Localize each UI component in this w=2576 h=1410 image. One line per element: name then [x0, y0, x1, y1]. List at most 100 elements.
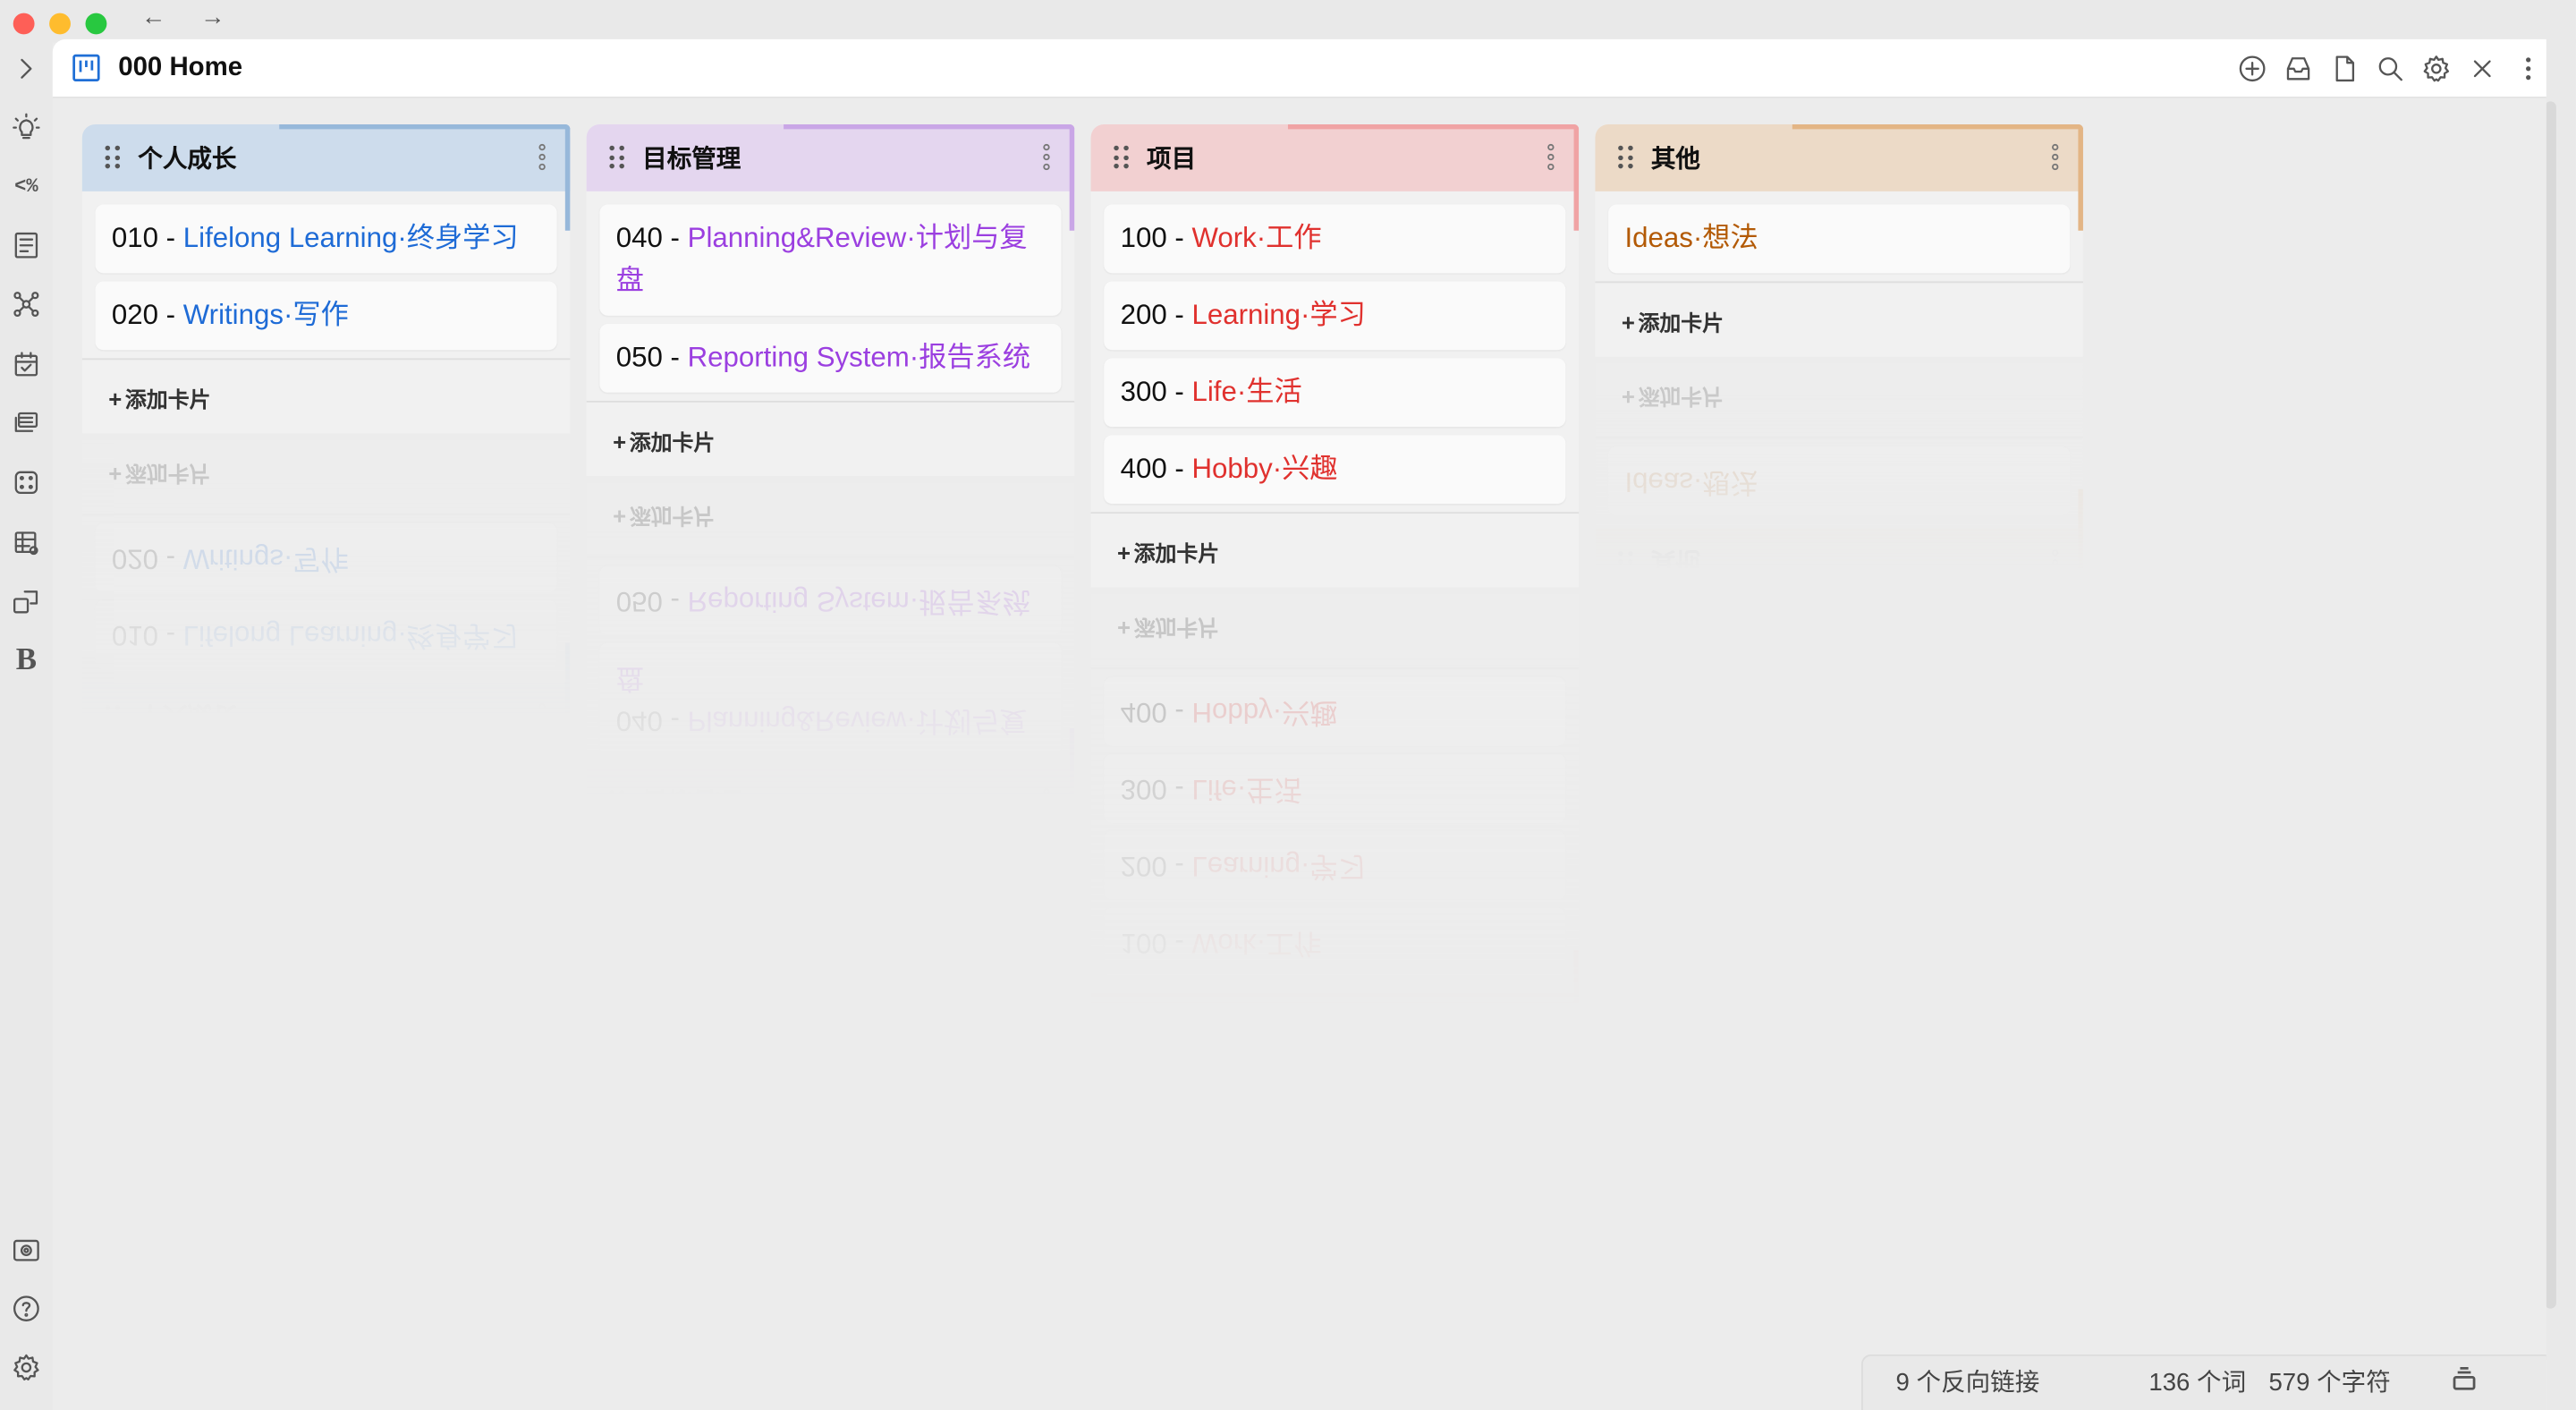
archive-icon[interactable] — [2282, 53, 2313, 84]
card-link[interactable]: Lifelong Learning·终身学习 — [183, 620, 519, 651]
shapes-icon[interactable] — [10, 586, 43, 619]
plus-icon: + — [1116, 539, 1131, 566]
kanban-card[interactable]: 010 - Lifelong Learning·终身学习 — [95, 204, 557, 274]
kanban-lane[interactable]: 项目 100 - Work·工作 200 - Learning·学习 300 - Li… — [1090, 123, 1580, 588]
lane-title[interactable]: 目标管理 — [642, 784, 741, 818]
zoom-window-button[interactable] — [85, 13, 107, 35]
backlinks-count[interactable]: 9 个反向链接 — [1896, 1364, 2040, 1398]
drag-handle-icon[interactable] — [104, 144, 123, 170]
search-icon[interactable] — [2374, 53, 2405, 84]
lane-title[interactable]: 目标管理 — [642, 140, 741, 174]
close-window-button[interactable] — [13, 13, 35, 35]
kanban-card[interactable]: 020 - Writings·写作 — [95, 281, 557, 351]
drag-handle-icon[interactable] — [608, 788, 628, 814]
layers-icon[interactable] — [10, 407, 43, 440]
lane-menu-icon[interactable] — [2050, 143, 2060, 171]
bold-b-icon[interactable]: B — [10, 643, 43, 677]
kanban-card[interactable]: 400 - Hobby·兴趣 — [1104, 676, 1566, 746]
card-link[interactable]: Writings·写作 — [183, 543, 349, 574]
minimize-window-button[interactable] — [49, 13, 71, 35]
lane-title[interactable]: 个人成长 — [138, 699, 236, 733]
card-link[interactable]: Life·生活 — [1191, 774, 1301, 805]
kanban-card[interactable]: 300 - Life·生活 — [1104, 753, 1566, 823]
kanban-card[interactable]: 040 - Planning&Review·计划与复盘 — [599, 204, 1062, 316]
kanban-card[interactable]: 020 - Writings·写作 — [95, 523, 557, 592]
close-icon[interactable] — [2466, 53, 2497, 84]
kanban-card[interactable]: 400 - Hobby·兴趣 — [1104, 435, 1566, 505]
graph-icon[interactable] — [10, 288, 43, 321]
add-card-button[interactable]: + 添加卡片 — [587, 403, 1074, 476]
kanban-card[interactable]: 010 - Lifelong Learning·终身学习 — [95, 599, 557, 669]
add-card-button[interactable]: + 添加卡片 — [1595, 283, 2082, 356]
outline-icon[interactable] — [10, 229, 43, 262]
kanban-lane[interactable]: 其他 Ideas·想法 + 添加卡片 — [1595, 123, 2083, 357]
kanban-card[interactable]: Ideas·想法 — [1608, 446, 2071, 515]
drag-handle-icon[interactable] — [1616, 549, 1636, 575]
drag-handle-icon[interactable] — [608, 144, 628, 170]
lane-wrapper: 项目 100 - Work·工作 200 - Learning·学习 300 - Li… — [1090, 123, 1580, 1058]
file-icon[interactable] — [2328, 53, 2360, 84]
card-link[interactable]: Life·生活 — [1191, 377, 1301, 408]
kanban-card[interactable]: 200 - Learning·学习 — [1104, 281, 1566, 351]
kanban-lane[interactable]: 个人成长 010 - Lifelong Learning·终身学习 020 - Wr… — [81, 123, 571, 434]
plus-icon: + — [108, 386, 123, 412]
card-link[interactable]: Hobby·兴趣 — [1191, 453, 1337, 484]
drag-handle-icon[interactable] — [1112, 144, 1131, 170]
lane-menu-icon[interactable] — [538, 703, 547, 730]
card-link[interactable]: Learning·学习 — [1191, 300, 1365, 331]
settings-icon[interactable] — [10, 1351, 43, 1384]
card-link[interactable]: Writings·写作 — [183, 300, 349, 331]
card-link[interactable]: Ideas·想法 — [1624, 466, 1758, 497]
nav-back-button[interactable]: ← — [141, 4, 166, 31]
card-link[interactable]: Work·工作 — [1191, 223, 1321, 254]
calendar-check-icon[interactable] — [10, 348, 43, 381]
lane-body: 010 - Lifelong Learning·终身学习 020 - Writin… — [82, 523, 570, 682]
sync-status-icon[interactable] — [2451, 1366, 2480, 1396]
percent-code-icon[interactable]: <% — [10, 170, 43, 203]
drag-handle-icon[interactable] — [104, 703, 123, 729]
add-card-button[interactable]: + 添加卡片 — [1091, 514, 1579, 587]
gear-icon[interactable] — [2419, 53, 2451, 84]
card-link[interactable]: Learning·学习 — [1191, 851, 1365, 882]
kanban-card[interactable]: 040 - Planning&Review·计划与复盘 — [599, 642, 1062, 754]
kanban-card[interactable]: 100 - Work·工作 — [1104, 907, 1566, 977]
card-link[interactable]: Planning&Review·计划与复盘 — [616, 662, 1028, 735]
kanban-card[interactable]: 300 - Life·生活 — [1104, 358, 1566, 428]
kanban-lane[interactable]: 目标管理 040 - Planning&Review·计划与复盘 050 - Rep… — [586, 123, 1075, 477]
vault-icon[interactable] — [10, 1234, 43, 1267]
lane-title[interactable]: 项目 — [1147, 1006, 1196, 1040]
collapse-sidebar-icon[interactable] — [10, 53, 43, 86]
card-link[interactable]: Lifelong Learning·终身学习 — [183, 223, 519, 254]
card-link[interactable]: Reporting System·报告系统 — [688, 342, 1030, 373]
kanban-card[interactable]: Ideas·想法 — [1608, 204, 2071, 274]
lane-menu-icon[interactable] — [1041, 788, 1051, 815]
lightbulb-icon[interactable] — [10, 111, 43, 144]
lane-menu-icon[interactable] — [1546, 143, 1555, 171]
lane-menu-icon[interactable] — [538, 143, 547, 171]
drag-handle-icon[interactable] — [1112, 1011, 1131, 1037]
add-card-button[interactable]: + 添加卡片 — [82, 360, 570, 433]
more-icon[interactable] — [2512, 53, 2543, 84]
card-link[interactable]: Ideas·想法 — [1624, 223, 1758, 254]
lane-title[interactable]: 个人成长 — [138, 140, 236, 174]
lane-title[interactable]: 其他 — [1651, 140, 1700, 174]
card-link[interactable]: Work·工作 — [1191, 928, 1321, 959]
lane-title[interactable]: 其他 — [1651, 545, 1700, 579]
kanban-card[interactable]: 200 - Learning·学习 — [1104, 830, 1566, 900]
lane-menu-icon[interactable] — [2050, 549, 2060, 576]
vertical-scrollbar[interactable] — [2545, 101, 2556, 1309]
kanban-card[interactable]: 050 - Reporting System·报告系统 — [599, 324, 1062, 393]
table-gear-icon[interactable] — [10, 527, 43, 560]
card-link[interactable]: Hobby·兴趣 — [1191, 697, 1337, 728]
lane-title[interactable]: 项目 — [1147, 140, 1196, 174]
kanban-card[interactable]: 050 - Reporting System·报告系统 — [599, 565, 1062, 635]
add-icon[interactable] — [2236, 53, 2267, 84]
dice-icon[interactable] — [10, 466, 43, 499]
lane-menu-icon[interactable] — [1041, 143, 1051, 171]
help-icon[interactable] — [10, 1292, 43, 1325]
nav-forward-button[interactable]: → — [200, 4, 225, 31]
lane-menu-icon[interactable] — [1546, 1010, 1555, 1038]
card-link[interactable]: Reporting System·报告系统 — [688, 586, 1030, 617]
drag-handle-icon[interactable] — [1616, 144, 1636, 170]
kanban-card[interactable]: 100 - Work·工作 — [1104, 204, 1566, 274]
